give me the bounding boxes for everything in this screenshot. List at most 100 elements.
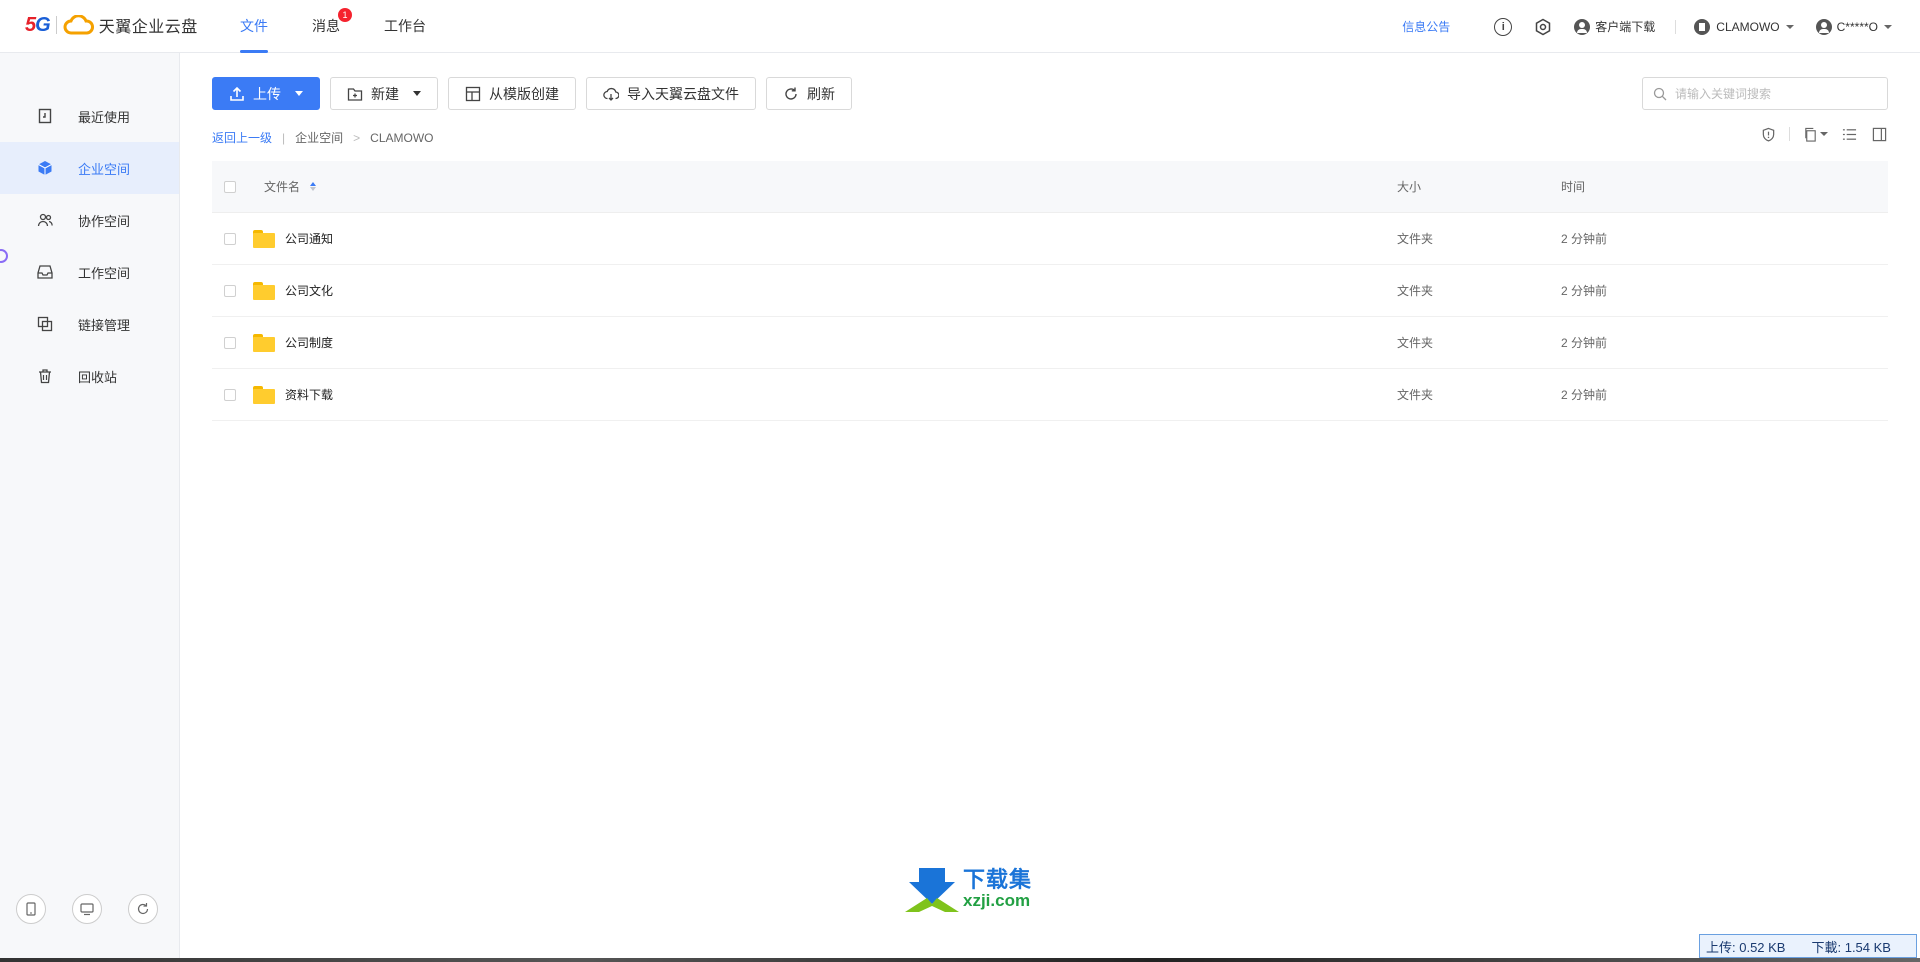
file-size: 文件夹 xyxy=(1397,336,1434,350)
file-table: 文件名 大小 时间 公司通知 文件夹 2 分钟前 公司文化 文件夹 2 分钟前 xyxy=(212,161,1888,421)
sidebar-item-recycle-bin[interactable]: 回收站 xyxy=(0,350,179,402)
org-switcher[interactable]: CLAMOWO xyxy=(1694,18,1794,35)
view-tools xyxy=(1747,125,1888,143)
org-name: CLAMOWO xyxy=(1716,19,1780,34)
security-button[interactable] xyxy=(1759,125,1777,143)
breadcrumb-divider: | xyxy=(282,130,286,145)
column-time: 时间 xyxy=(1561,180,1586,194)
cube-icon xyxy=(36,159,54,177)
sidebar-item-enterprise-space[interactable]: 企业空间 xyxy=(0,142,179,194)
sidebar-item-recent[interactable]: 最近使用 xyxy=(0,90,179,142)
header-actions: 信息公告 i 客户端下载 CLAMOWO C*****O xyxy=(1402,0,1892,53)
sidebar-item-link-management[interactable]: 链接管理 xyxy=(0,298,179,350)
search-input[interactable] xyxy=(1675,86,1875,101)
upload-speed: 上传: 0.52 KB xyxy=(1706,939,1786,955)
settings-icon[interactable] xyxy=(1534,18,1552,36)
mobile-app-button[interactable] xyxy=(16,894,46,924)
table-row[interactable]: 公司文化 文件夹 2 分钟前 xyxy=(212,265,1888,317)
user-menu[interactable]: C*****O xyxy=(1815,18,1892,35)
table-row[interactable]: 公司通知 文件夹 2 分钟前 xyxy=(212,213,1888,265)
file-name[interactable]: 公司通知 xyxy=(285,230,333,247)
shield-icon xyxy=(1762,127,1774,142)
main-content: 上传 新建 从模版创建 导入天翼云盘文件 刷新 返回上一级 | 企业空间 > C… xyxy=(212,53,1888,953)
recent-icon xyxy=(36,107,54,125)
view-tools-divider xyxy=(1789,127,1790,141)
taskbar-edge xyxy=(0,958,1920,962)
app-logo[interactable]: 5G 天翼企业云盘 xyxy=(25,12,198,38)
file-name[interactable]: 公司文化 xyxy=(285,282,333,299)
file-size: 文件夹 xyxy=(1397,388,1434,402)
breadcrumb-enterprise-space[interactable]: 企业空间 xyxy=(295,129,343,146)
chevron-down-icon xyxy=(295,91,303,96)
sidebar-item-work-space[interactable]: 工作空间 xyxy=(0,246,179,298)
download-icon xyxy=(1574,18,1591,35)
tablet-icon xyxy=(26,902,36,916)
search-box[interactable] xyxy=(1642,77,1888,110)
copy-dropdown-button[interactable] xyxy=(1802,125,1828,143)
template-icon xyxy=(465,86,481,101)
breadcrumb-separator: > xyxy=(353,130,361,145)
table-row[interactable]: 公司制度 文件夹 2 分钟前 xyxy=(212,317,1888,369)
watermark: 下载集 xzji.com xyxy=(905,868,1032,912)
list-icon xyxy=(1842,128,1856,140)
chevron-down-icon xyxy=(1785,24,1794,29)
column-size: 大小 xyxy=(1397,180,1422,194)
user-name: C*****O xyxy=(1836,19,1878,34)
sidebar-item-label: 企业空间 xyxy=(78,161,131,177)
import-cloud-label: 导入天翼云盘文件 xyxy=(627,85,739,102)
new-button[interactable]: 新建 xyxy=(330,77,438,110)
file-time: 2 分钟前 xyxy=(1561,388,1608,402)
file-name[interactable]: 资料下载 xyxy=(285,386,333,403)
upload-button[interactable]: 上传 xyxy=(212,77,320,110)
row-checkbox[interactable] xyxy=(224,232,236,245)
list-view-button[interactable] xyxy=(1840,125,1858,143)
row-checkbox[interactable] xyxy=(224,284,236,297)
nav-messages[interactable]: 消息 1 xyxy=(312,0,352,53)
nav-files[interactable]: 文件 xyxy=(240,0,268,53)
file-size: 文件夹 xyxy=(1397,232,1434,246)
message-count-badge: 1 xyxy=(338,8,352,22)
refresh-button[interactable]: 刷新 xyxy=(766,77,852,110)
table-row[interactable]: 资料下载 文件夹 2 分钟前 xyxy=(212,369,1888,421)
from-template-button[interactable]: 从模版创建 xyxy=(448,77,576,110)
file-time: 2 分钟前 xyxy=(1561,336,1608,350)
file-name[interactable]: 公司制度 xyxy=(285,334,333,351)
watermark-cn: 下载集 xyxy=(963,867,1033,892)
breadcrumb-current: CLAMOWO xyxy=(370,130,434,145)
chevron-down-icon xyxy=(413,91,421,96)
search-icon xyxy=(1653,87,1667,100)
top-bar: 5G 天翼企业云盘 文件 消息 1 工作台 信息公告 i 客户端下载 CLAMO… xyxy=(0,0,1920,53)
new-folder-icon xyxy=(347,87,363,101)
folder-icon xyxy=(253,385,275,404)
trash-icon xyxy=(36,367,54,385)
desktop-app-button[interactable] xyxy=(72,894,102,924)
refresh-icon xyxy=(785,87,797,100)
side-panel-icon xyxy=(1872,127,1886,141)
info-icon[interactable]: i xyxy=(1494,17,1513,36)
client-download-label: 客户端下载 xyxy=(1595,20,1656,34)
monitor-icon xyxy=(80,903,94,916)
sort-icon[interactable] xyxy=(310,182,317,191)
file-time: 2 分钟前 xyxy=(1561,232,1608,246)
link-icon xyxy=(36,315,54,333)
client-download-button[interactable]: 客户端下载 xyxy=(1574,18,1655,35)
column-name[interactable]: 文件名 xyxy=(264,178,1397,195)
table-header: 文件名 大小 时间 xyxy=(212,161,1888,213)
sidebar-item-collab-space[interactable]: 协作空间 xyxy=(0,194,179,246)
folder-icon xyxy=(253,333,275,352)
nav-workbench[interactable]: 工作台 xyxy=(384,0,426,53)
row-checkbox[interactable] xyxy=(224,336,236,349)
notice-link[interactable]: 信息公告 xyxy=(1402,18,1450,35)
detail-panel-button[interactable] xyxy=(1870,125,1888,143)
back-link[interactable]: 返回上一级 xyxy=(212,129,272,146)
logo-divider xyxy=(55,16,57,34)
sidebar-item-label: 回收站 xyxy=(78,369,118,385)
cloud-logo-icon xyxy=(63,15,94,35)
sidebar-footer xyxy=(16,894,184,924)
row-checkbox[interactable] xyxy=(224,388,236,401)
select-all-checkbox[interactable] xyxy=(224,180,236,193)
chevron-down-icon xyxy=(1819,132,1828,136)
folder-icon xyxy=(253,281,275,300)
sync-button[interactable] xyxy=(128,894,158,924)
import-cloud-button[interactable]: 导入天翼云盘文件 xyxy=(586,77,756,110)
